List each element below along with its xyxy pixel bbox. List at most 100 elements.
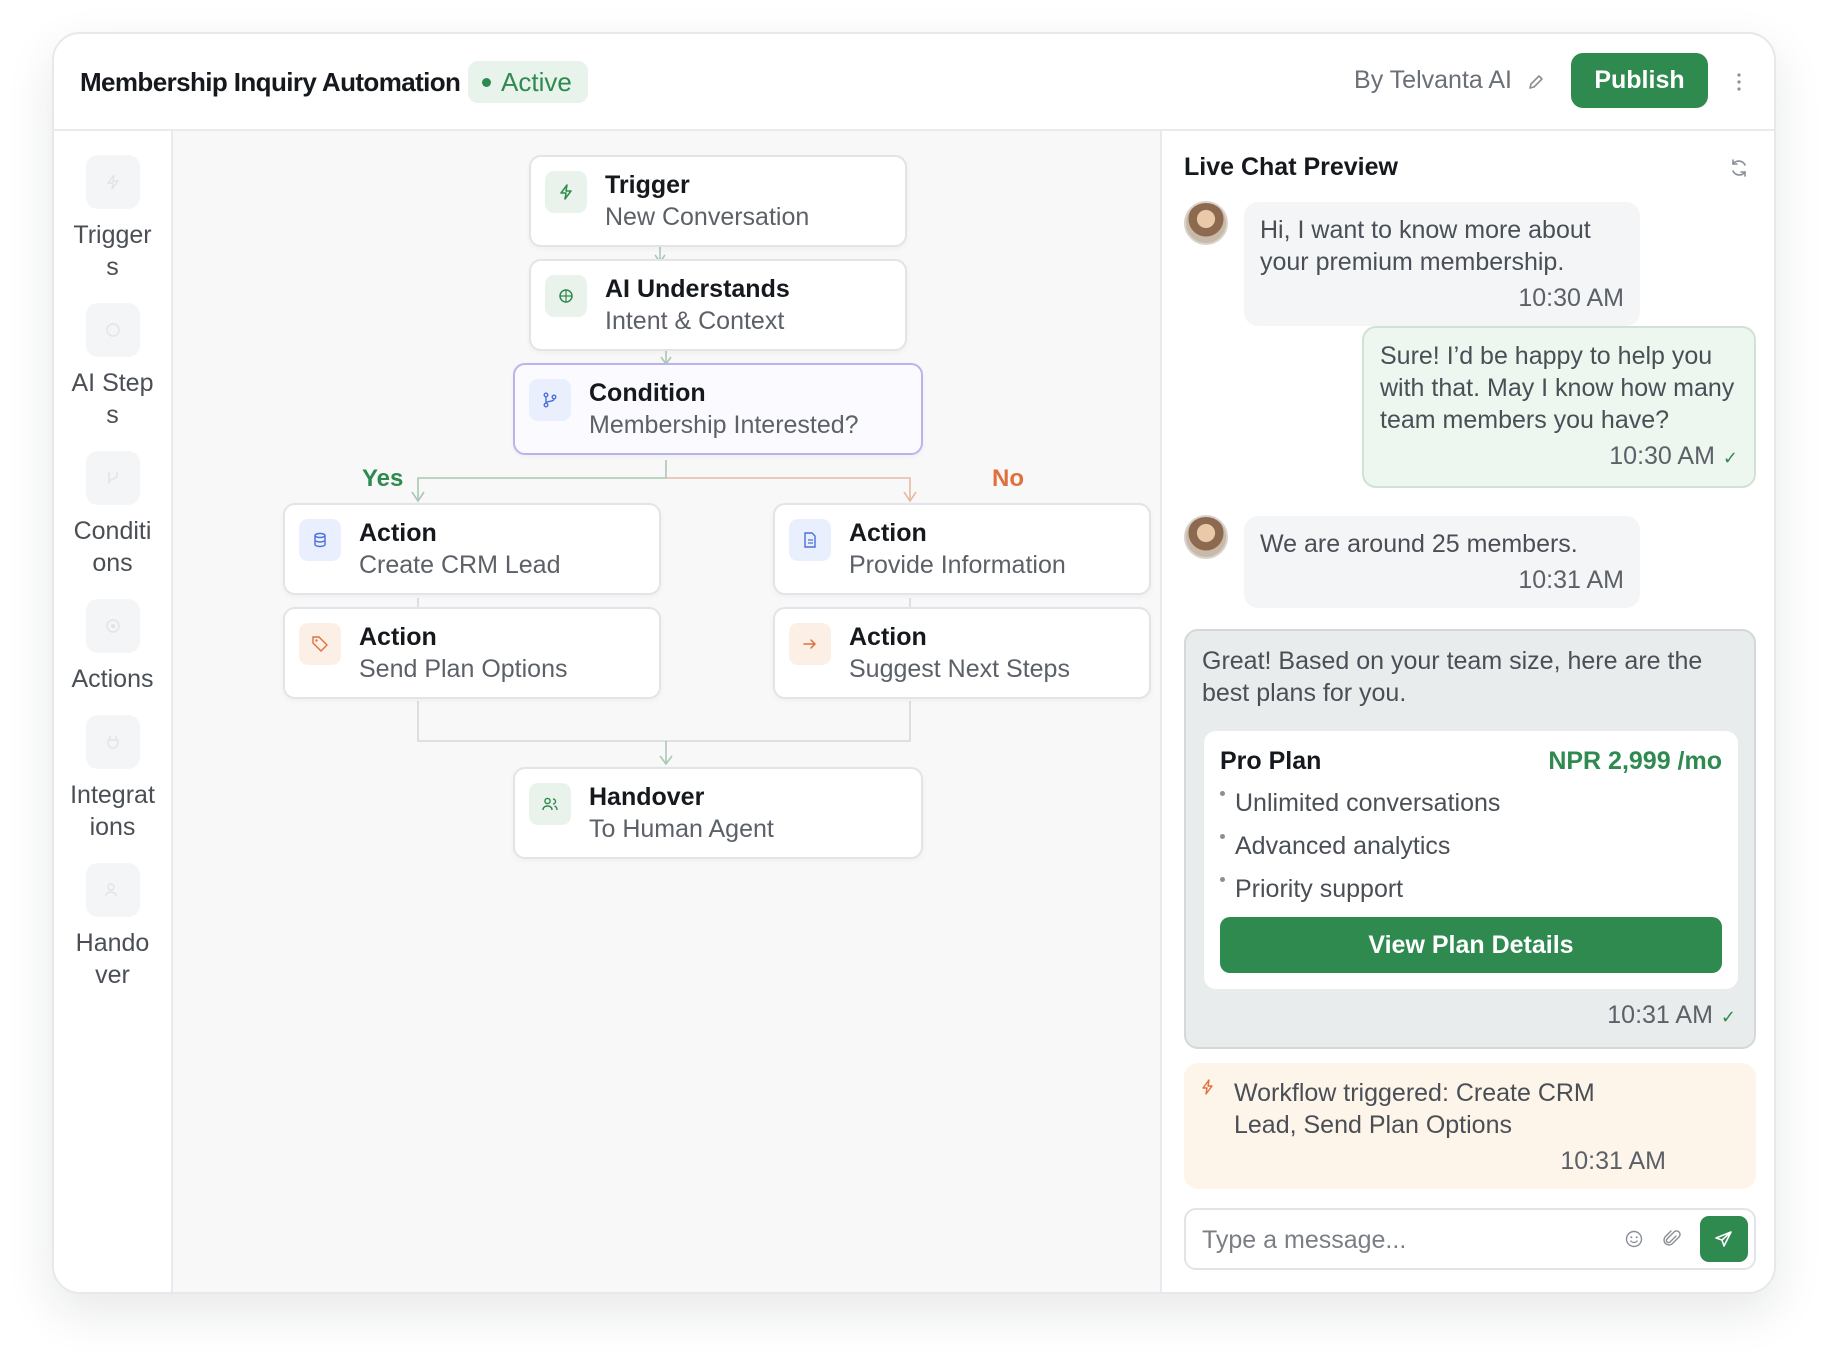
status-dot-icon (482, 77, 491, 87)
trigger-node[interactable]: Trigger New Conversation (529, 155, 907, 247)
provide-information-node[interactable]: Action Provide Information (773, 503, 1151, 595)
node-title: Trigger (605, 171, 690, 199)
pencil-icon[interactable] (1526, 72, 1546, 92)
sidebar-item-label: Conditions (73, 517, 152, 577)
component-sidebar: Triggers AI Steps Conditions Actions Int… (54, 131, 173, 1292)
workflow-note-text: Workflow triggered: Create CRM Lead, Sen… (1234, 1079, 1595, 1139)
node-title: Handover (589, 783, 705, 811)
database-icon (299, 519, 341, 561)
sidebar-item-handover[interactable]: Handover (54, 863, 171, 991)
yes-branch-label: Yes (362, 465, 404, 492)
chat-message-incoming: Hi, I want to know more about your premi… (1244, 202, 1640, 326)
sidebar-item-label: Triggers (73, 221, 152, 281)
create-crm-lead-node[interactable]: Action Create CRM Lead (283, 503, 661, 595)
publish-button[interactable]: Publish (1571, 53, 1708, 108)
sidebar-item-ai-steps[interactable]: AI Steps (54, 303, 171, 431)
plan-name: Pro Plan (1220, 747, 1322, 775)
plan-feature: Priority support (1220, 873, 1403, 905)
plan-feature: Unlimited conversations (1220, 787, 1500, 819)
tag-icon (299, 623, 341, 665)
node-subtitle: Provide Information (849, 551, 1066, 579)
message-input[interactable] (1202, 1223, 1602, 1257)
sidebar-item-label: AI Steps (71, 369, 154, 429)
message-time: 10:30 AM (1609, 442, 1715, 470)
feature-text: Unlimited conversations (1235, 789, 1501, 817)
node-subtitle: Intent & Context (605, 307, 785, 335)
node-title: Action (849, 623, 927, 651)
more-vertical-icon[interactable] (1734, 67, 1744, 97)
bullet-icon (1220, 877, 1225, 882)
customer-avatar (1184, 515, 1228, 559)
message-text: We are around 25 members. (1260, 530, 1578, 558)
plug-icon (85, 715, 140, 769)
node-subtitle: Membership Interested? (589, 411, 859, 439)
node-subtitle: Send Plan Options (359, 655, 568, 683)
workflow-builder-window: Membership Inquiry Automation Active By … (52, 32, 1776, 1294)
bolt-icon (1202, 1079, 1213, 1095)
workflow-canvas[interactable]: Trigger New Conversation AI Understands … (173, 131, 1162, 1292)
chat-message-incoming: We are around 25 members. 10:31 AM (1244, 516, 1640, 608)
chat-message-outgoing: Sure! I’d be happy to help you with that… (1362, 326, 1756, 488)
workflow-note-time: 10:31 AM (1560, 1147, 1666, 1175)
message-composer (1184, 1208, 1756, 1270)
emoji-icon[interactable] (1624, 1229, 1644, 1249)
bullet-icon (1220, 834, 1225, 839)
message-text: Hi, I want to know more about your premi… (1260, 216, 1591, 276)
feature-text: Advanced analytics (1235, 832, 1451, 860)
message-time: 10:31 AM (1607, 1001, 1713, 1029)
page-title: Membership Inquiry Automation (80, 67, 461, 97)
send-button[interactable] (1700, 1216, 1748, 1262)
bolt-icon (545, 171, 587, 213)
message-text: Sure! I’d be happy to help you with that… (1380, 342, 1735, 434)
sidebar-item-label: Handover (75, 929, 150, 989)
condition-node[interactable]: Condition Membership Interested? (513, 363, 923, 455)
sidebar-item-integrations[interactable]: Integrations (54, 715, 171, 843)
handover-node[interactable]: Handover To Human Agent (513, 767, 923, 859)
sidebar-item-actions[interactable]: Actions (54, 599, 171, 695)
ai-understands-node[interactable]: AI Understands Intent & Context (529, 259, 907, 351)
message-time-row: 10:31 AM ✓ (1607, 999, 1736, 1033)
node-subtitle: To Human Agent (589, 815, 774, 843)
node-title: Action (359, 623, 437, 651)
chat-title: Live Chat Preview (1184, 153, 1398, 181)
sidebar-item-triggers[interactable]: Triggers (54, 155, 171, 283)
plan-feature: Advanced analytics (1220, 830, 1450, 862)
node-title: AI Understands (605, 275, 790, 303)
send-plan-options-node[interactable]: Action Send Plan Options (283, 607, 661, 699)
author-label: By Telvanta AI (1354, 66, 1512, 94)
feature-text: Priority support (1235, 875, 1404, 903)
plan-price: NPR 2,999 /mo (1548, 747, 1722, 775)
message-time: 10:30 AM (1518, 284, 1624, 312)
status-label: Active (501, 66, 572, 97)
users-icon (85, 863, 140, 917)
branch-icon (85, 451, 140, 505)
sidebar-item-conditions[interactable]: Conditions (54, 451, 171, 579)
check-icon: ✓ (1720, 1007, 1736, 1027)
paperclip-icon[interactable] (1662, 1229, 1682, 1249)
workflow-trigger-notice: Workflow triggered: Create CRM Lead, Sen… (1184, 1063, 1756, 1189)
message-time: 10:31 AM (1518, 566, 1624, 594)
status-badge: Active (468, 61, 588, 103)
target-icon (85, 599, 140, 653)
plan-card: Pro Plan NPR 2,999 /mo Unlimited convers… (1204, 731, 1738, 989)
suggest-next-steps-node[interactable]: Action Suggest Next Steps (773, 607, 1151, 699)
no-branch-label: No (992, 465, 1024, 492)
node-title: Action (359, 519, 437, 547)
message-time-row: 10:30 AM ✓ (1380, 440, 1738, 474)
document-icon (789, 519, 831, 561)
brain-icon (85, 303, 140, 357)
refresh-icon[interactable] (1728, 157, 1750, 179)
node-subtitle: New Conversation (605, 203, 810, 231)
branch-icon (529, 379, 571, 421)
chat-message-plan-offer: Great! Based on your team size, here are… (1184, 629, 1756, 1049)
arrow-right-icon (789, 623, 831, 665)
top-bar: Membership Inquiry Automation Active By … (54, 34, 1774, 131)
node-title: Action (849, 519, 927, 547)
sidebar-item-label: Actions (71, 665, 154, 693)
send-icon (1715, 1231, 1732, 1247)
check-icon: ✓ (1722, 448, 1738, 468)
node-subtitle: Suggest Next Steps (849, 655, 1070, 683)
view-plan-details-button[interactable]: View Plan Details (1220, 917, 1722, 973)
brain-icon (545, 275, 587, 317)
bullet-icon (1220, 791, 1225, 796)
